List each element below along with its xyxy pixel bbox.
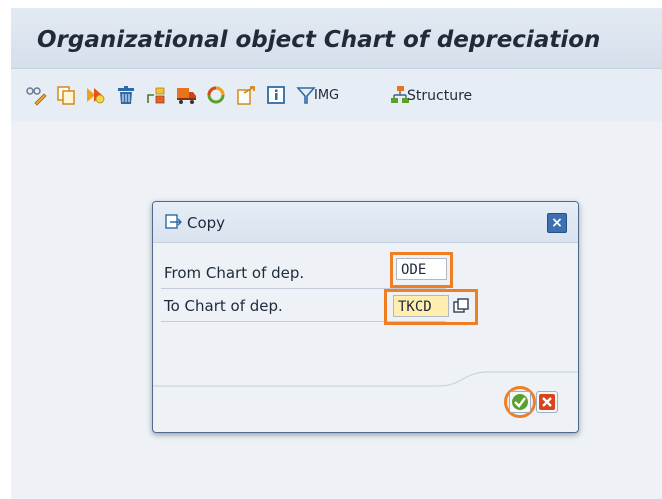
copy-org-object-icon[interactable] bbox=[85, 84, 107, 106]
to-label: To Chart of dep. bbox=[164, 297, 283, 315]
copy-dialog-icon bbox=[165, 214, 183, 230]
application-toolbar: IMG Structure bbox=[11, 69, 662, 121]
from-chart-input[interactable]: ODE bbox=[396, 258, 447, 280]
export-icon[interactable] bbox=[235, 84, 257, 106]
to-chart-input[interactable]: TKCD bbox=[393, 295, 449, 317]
value-help-icon[interactable] bbox=[453, 298, 469, 314]
copy-dialog: Copy × From Chart of dep. ODE To Chart o… bbox=[152, 201, 579, 433]
title-bar: Organizational object Chart of depreciat… bbox=[11, 8, 662, 69]
cancel-button[interactable] bbox=[536, 391, 558, 413]
delete-icon[interactable] bbox=[115, 84, 137, 106]
copy-icon[interactable] bbox=[55, 84, 77, 106]
confirm-button[interactable] bbox=[509, 391, 531, 413]
truck-icon[interactable] bbox=[175, 84, 197, 106]
info-icon[interactable] bbox=[265, 84, 287, 106]
from-label: From Chart of dep. bbox=[164, 264, 305, 282]
close-button[interactable]: × bbox=[547, 213, 567, 233]
structure-button[interactable]: Structure bbox=[407, 88, 472, 104]
dialog-title-bar: Copy × bbox=[153, 202, 578, 243]
cancel-icon bbox=[537, 392, 557, 412]
dialog-title: Copy bbox=[187, 214, 226, 232]
img-button[interactable]: IMG bbox=[314, 88, 339, 103]
display-change-icon[interactable] bbox=[25, 84, 47, 106]
transport-icon[interactable] bbox=[145, 84, 167, 106]
page-title: Organizational object Chart of depreciat… bbox=[37, 27, 601, 53]
checkmark-icon bbox=[510, 392, 530, 412]
cycle-icon[interactable] bbox=[205, 84, 227, 106]
